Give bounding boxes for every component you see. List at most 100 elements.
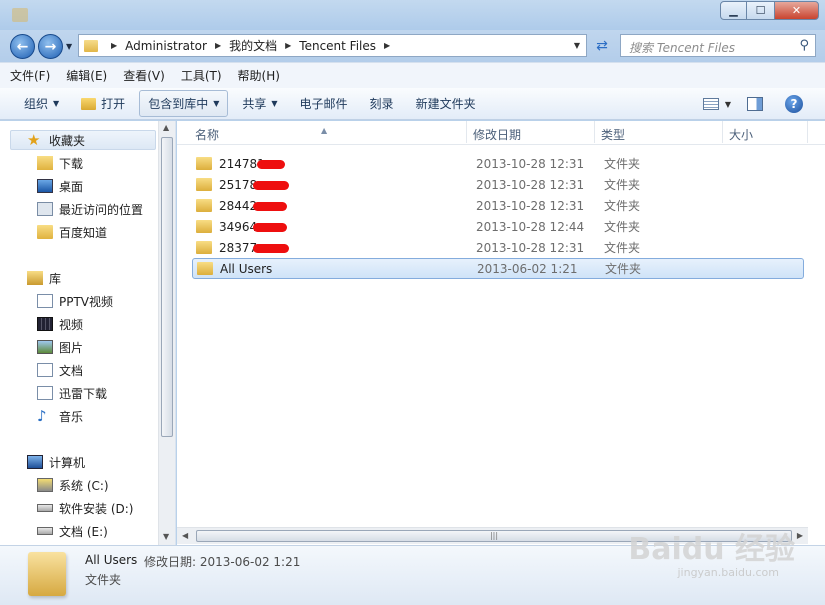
- chevron-down-icon: ▼: [53, 99, 60, 108]
- scroll-right-icon[interactable]: ▶: [797, 531, 803, 540]
- view-options-icon[interactable]: [702, 98, 719, 110]
- nav-libraries[interactable]: 库: [27, 268, 61, 288]
- file-row[interactable]: 28442 2013-10-28 12:31 文件夹: [192, 195, 804, 216]
- menu-tools[interactable]: 工具(T): [181, 67, 222, 84]
- file-date: 2013-10-28 12:31: [476, 177, 585, 192]
- file-row[interactable]: 25178 2013-10-28 12:31 文件夹: [192, 174, 804, 195]
- email-button[interactable]: 电子邮件: [292, 91, 356, 116]
- nav-drive-c[interactable]: 系统 (C:): [37, 475, 109, 495]
- breadcrumb: ▶ Administrator ▶ 我的文档 ▶ Tencent Files ▶: [103, 37, 398, 54]
- file-name-cell: 25178: [219, 178, 476, 192]
- breadcrumb-item[interactable]: Administrator: [125, 39, 207, 53]
- chevron-right-icon[interactable]: ▶: [285, 41, 291, 50]
- minimize-button[interactable]: ▁: [720, 1, 747, 20]
- nav-label: 文档: [59, 363, 84, 378]
- file-type: 文件夹: [604, 157, 641, 171]
- nav-label: 系统 (C:): [59, 478, 109, 493]
- download-library-icon: [37, 386, 53, 400]
- address-history-dropdown-icon[interactable]: ▼: [574, 41, 580, 50]
- include-label: 包含到库中: [148, 97, 209, 111]
- nav-recent[interactable]: 最近访问的位置: [37, 199, 143, 219]
- include-in-library-button[interactable]: 包含到库中 ▼: [139, 90, 229, 117]
- nav-pptv[interactable]: PPTV视频: [37, 291, 113, 311]
- redaction-mark: [253, 222, 287, 232]
- column-divider[interactable]: [466, 121, 467, 143]
- nav-vertical-scrollbar[interactable]: ▲ ▼: [158, 121, 175, 545]
- picture-icon: [37, 340, 53, 354]
- chevron-right-icon[interactable]: ▶: [111, 41, 117, 50]
- share-button[interactable]: 共享 ▼: [234, 91, 285, 116]
- forward-button[interactable]: →: [38, 34, 63, 59]
- navigation-pane: ★ 收藏夹 下载 桌面 最近访问的位置 百度知道 库 PPTV视频 视频 图片 …: [0, 121, 176, 545]
- nav-label: 音乐: [59, 409, 84, 424]
- menu-view[interactable]: 查看(V): [123, 67, 165, 84]
- close-button[interactable]: ✕: [774, 1, 819, 20]
- nav-label: 图片: [59, 340, 84, 355]
- column-divider[interactable]: [807, 121, 808, 143]
- nav-drive-e[interactable]: 文档 (E:): [37, 521, 108, 541]
- maximize-button[interactable]: ☐: [747, 1, 774, 20]
- view-controls: ▼ ?: [702, 88, 825, 120]
- file-name: 28377: [219, 240, 258, 255]
- nav-videos[interactable]: 视频: [37, 314, 83, 334]
- star-icon: ★: [27, 131, 41, 149]
- nav-pictures[interactable]: 图片: [37, 337, 83, 357]
- address-bar[interactable]: ▶ Administrator ▶ 我的文档 ▶ Tencent Files ▶…: [78, 34, 587, 57]
- scroll-left-icon[interactable]: ◀: [182, 531, 188, 540]
- scroll-thumb[interactable]: [161, 137, 173, 437]
- nav-music[interactable]: ♪ 音乐: [37, 406, 83, 426]
- recent-pages-dropdown-icon[interactable]: ▼: [66, 42, 72, 51]
- file-name: 34964: [219, 219, 258, 234]
- open-button[interactable]: 打开: [73, 91, 133, 116]
- column-name[interactable]: 名称: [195, 126, 219, 143]
- column-divider[interactable]: [594, 121, 595, 143]
- file-name-cell: 34964: [219, 220, 476, 234]
- search-icon[interactable]: ⚲: [799, 38, 809, 53]
- organize-button[interactable]: 组织 ▼: [16, 91, 67, 116]
- burn-button[interactable]: 刻录: [362, 91, 402, 116]
- file-row[interactable]: 34964 2013-10-28 12:44 文件夹: [192, 216, 804, 237]
- file-row-selected[interactable]: All Users 2013-06-02 1:21 文件夹: [192, 258, 804, 279]
- file-type: 文件夹: [604, 178, 641, 192]
- file-row[interactable]: 28377 2013-10-28 12:31 文件夹: [192, 237, 804, 258]
- chevron-right-icon[interactable]: ▶: [215, 41, 221, 50]
- preview-pane-icon[interactable]: [747, 97, 763, 111]
- open-label: 打开: [101, 97, 126, 111]
- breadcrumb-item[interactable]: 我的文档: [229, 37, 277, 54]
- new-folder-button[interactable]: 新建文件夹: [408, 91, 484, 116]
- search-input[interactable]: 搜索 Tencent Files ⚲: [620, 34, 816, 57]
- nav-label: 库: [49, 271, 62, 286]
- file-row[interactable]: 214781 2013-10-28 12:31 文件夹: [192, 153, 804, 174]
- scroll-down-icon[interactable]: ▼: [163, 532, 169, 541]
- column-divider[interactable]: [722, 121, 723, 143]
- column-size[interactable]: 大小: [729, 126, 753, 143]
- chevron-right-icon[interactable]: ▶: [384, 41, 390, 50]
- column-date[interactable]: 修改日期: [473, 126, 521, 143]
- watermark-url: jingyan.baidu.com: [677, 566, 779, 579]
- chevron-down-icon[interactable]: ▼: [725, 100, 731, 109]
- nav-documents[interactable]: 文档: [37, 360, 83, 380]
- nav-drive-d[interactable]: 软件安装 (D:): [37, 498, 133, 518]
- redaction-mark: [257, 159, 285, 169]
- nav-label: 百度知道: [59, 225, 108, 240]
- column-type[interactable]: 类型: [601, 126, 625, 143]
- file-date: 2013-10-28 12:31: [476, 198, 585, 213]
- nav-baidu[interactable]: 百度知道: [37, 222, 107, 242]
- address-row: ← → ▼ ▶ Administrator ▶ 我的文档 ▶ Tencent F…: [0, 30, 825, 62]
- command-bar: 组织 ▼ 打开 包含到库中 ▼ 共享 ▼ 电子邮件 刻录 新建文件夹 ▼ ?: [0, 88, 825, 120]
- nav-computer[interactable]: 计算机: [27, 452, 85, 472]
- breadcrumb-item[interactable]: Tencent Files: [299, 39, 376, 53]
- nav-xunlei[interactable]: 迅雷下载: [37, 383, 107, 403]
- nav-favorites[interactable]: ★ 收藏夹: [10, 130, 156, 150]
- menu-help[interactable]: 帮助(H): [238, 67, 280, 84]
- nav-downloads[interactable]: 下载: [37, 153, 83, 173]
- menu-edit[interactable]: 编辑(E): [66, 67, 107, 84]
- help-icon[interactable]: ?: [785, 95, 803, 113]
- back-button[interactable]: ←: [10, 34, 35, 59]
- scroll-up-icon[interactable]: ▲: [163, 123, 169, 132]
- refresh-icon[interactable]: ⇄: [590, 34, 614, 57]
- file-name: All Users: [220, 261, 273, 276]
- menu-file[interactable]: 文件(F): [10, 67, 50, 84]
- nav-desktop[interactable]: 桌面: [37, 176, 83, 196]
- nav-label: 文档 (E:): [59, 524, 108, 539]
